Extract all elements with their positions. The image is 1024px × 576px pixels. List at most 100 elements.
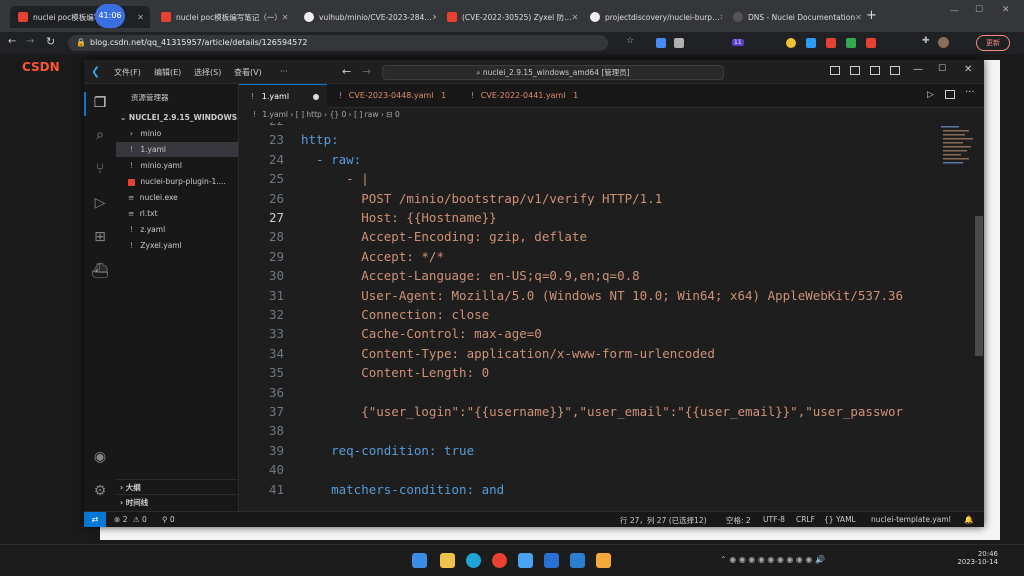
close-window-icon[interactable]: ✕ [1002, 5, 1010, 15]
breadcrumb-item[interactable]: [ ] raw [354, 110, 378, 119]
account-icon[interactable]: ◉ [91, 448, 109, 466]
browser-tab[interactable]: nuclei poc模板编写… ✕ [10, 6, 150, 28]
new-tab-button[interactable]: + [866, 8, 877, 23]
back-icon[interactable]: ← [8, 36, 16, 47]
close-icon[interactable]: ✕ [432, 13, 436, 22]
list-item[interactable]: ! 1.yaml [116, 142, 238, 157]
close-icon[interactable]: ✕ [282, 13, 289, 22]
clock[interactable]: 20:46 2023-10-14 [950, 550, 998, 566]
yaml-schema[interactable]: nuclei-template.yaml [871, 515, 951, 524]
menu-edit[interactable]: 编辑(E) [154, 67, 181, 78]
problems-indicator[interactable]: ⊗ 2 ⚠ 0 [114, 515, 147, 524]
maximize-icon[interactable]: ☐ [975, 5, 983, 15]
list-item[interactable]: ! Zyxel.yaml [116, 238, 238, 253]
extension-icon[interactable] [806, 38, 816, 48]
source-control-icon[interactable]: ⑂ [91, 160, 109, 178]
breadcrumb-item[interactable]: ⊟ 0 [386, 110, 399, 119]
browser-tab[interactable]: projectdiscovery/nuclei-burp… ✕ [582, 6, 722, 28]
extension-icon[interactable] [656, 38, 666, 48]
run-debug-icon[interactable]: ▷ [91, 194, 109, 212]
search-icon[interactable]: ⌕ [91, 126, 109, 144]
language-mode[interactable]: {} YAML [824, 515, 856, 524]
split-editor-icon[interactable] [945, 90, 955, 99]
chrome-icon[interactable] [492, 553, 507, 568]
vscode-icon[interactable] [570, 553, 585, 568]
editor-tab[interactable]: ! CVE-2022-0441.yaml 1 [463, 84, 591, 108]
timeline-section[interactable]: › 时间线 [116, 494, 238, 510]
editor-tab[interactable]: ! 1.yaml [239, 84, 327, 108]
close-icon[interactable]: ✕ [720, 13, 722, 22]
app-icon[interactable] [544, 553, 559, 568]
minimize-icon[interactable]: — [950, 6, 959, 16]
command-center[interactable]: ⌕ nuclei_2.9.15_windows_amd64 [管理员] [382, 65, 724, 80]
extension-icon[interactable] [826, 38, 836, 48]
extension-icon[interactable] [866, 38, 876, 48]
encoding[interactable]: UTF-8 [763, 515, 785, 524]
line-ending[interactable]: CRLF [796, 515, 815, 524]
file-explorer-icon[interactable] [440, 553, 455, 568]
reload-icon[interactable]: ↻ [46, 35, 55, 48]
app-icon[interactable] [596, 553, 611, 568]
browser-tab[interactable]: (CVE-2022-30525) Zyxel 防… ✕ [439, 6, 579, 28]
code-editor[interactable]: 22 23 http: 24 - raw: 25 - | 26 POST /minio/b… [239, 122, 939, 511]
url-input[interactable]: 🔒 blog.csdn.net/qq_41315957/article/deta… [68, 35, 608, 51]
more-actions-icon[interactable]: ··· [965, 87, 975, 98]
menu-more[interactable]: ··· [280, 67, 288, 76]
forward-icon[interactable]: → [26, 36, 34, 47]
gear-icon[interactable]: ⚙ [91, 482, 109, 500]
close-icon[interactable]: ✕ [572, 13, 579, 22]
profile-avatar[interactable] [938, 37, 949, 48]
breadcrumb-item[interactable]: [ ] http [296, 110, 322, 119]
editor-tab[interactable]: ! CVE-2023-0448.yaml 1 [331, 84, 459, 108]
bookmark-icon[interactable]: ☆ [626, 36, 634, 46]
yaml-file-icon: ! [130, 225, 134, 234]
docker-icon[interactable]: ⛴ [91, 262, 109, 280]
menu-view[interactable]: 查看(V) [234, 67, 262, 78]
run-icon[interactable]: ▷ [927, 90, 934, 100]
explorer-root-folder[interactable]: ⌄ NUCLEI_2.9.15_WINDOWS... [116, 110, 238, 125]
unsaved-dot-icon[interactable] [313, 94, 319, 100]
browser-tab[interactable]: vulhub/minio/CVE-2023-284… ✕ [296, 6, 436, 28]
notifications-icon[interactable]: 🔔 [964, 515, 973, 524]
breadcrumb-item[interactable]: {} 0 [330, 110, 347, 119]
start-icon[interactable] [412, 553, 427, 568]
layout-sidebar-icon[interactable] [830, 66, 840, 75]
update-button[interactable]: 更新 [976, 35, 1010, 51]
extensions-icon[interactable]: ⊞ [91, 228, 109, 246]
minimap[interactable] [939, 122, 984, 511]
menu-file[interactable]: 文件(F) [114, 67, 141, 78]
system-tray[interactable]: ⌃ ◉ ◉ ◉ ◉ ◉ ◉ ◉ ◉ ◉ 🔊 [720, 555, 825, 564]
nav-forward-icon[interactable]: → [362, 65, 371, 78]
app-icon[interactable] [518, 553, 533, 568]
browser-tab[interactable]: DNS - Nuclei Documentation ✕ [725, 6, 865, 28]
list-item[interactable]: ! z.yaml [116, 222, 238, 237]
outline-section[interactable]: › 大纲 [116, 479, 238, 495]
breadcrumb-item[interactable]: 1.yaml [262, 110, 288, 119]
maximize-icon[interactable]: ☐ [938, 64, 946, 74]
close-icon[interactable]: ✕ [855, 13, 862, 22]
layout-panel-icon[interactable] [850, 66, 860, 75]
close-icon[interactable]: ✕ [137, 13, 144, 22]
explorer-icon[interactable]: ❐ [91, 94, 109, 112]
puzzle-icon[interactable]: ✚ [922, 36, 930, 46]
customize-layout-icon[interactable] [890, 66, 900, 75]
browser-tab[interactable]: nuclei poc模板编写笔记（一） ✕ [153, 6, 293, 28]
ports-indicator[interactable]: ⚲ 0 [162, 515, 175, 524]
minimize-icon[interactable]: — [913, 64, 923, 75]
nav-back-icon[interactable]: ← [342, 65, 351, 78]
remote-indicator[interactable]: ⇄ [84, 512, 106, 527]
list-item[interactable]: ≡ rl.txt [116, 206, 238, 221]
list-item[interactable]: ≡ nuclei.exe [116, 190, 238, 205]
extension-icon[interactable] [846, 38, 856, 48]
close-icon[interactable]: ✕ [964, 64, 972, 75]
extension-icon[interactable] [674, 38, 684, 48]
cursor-position[interactable]: 行 27，列 27 (已选择12) [620, 515, 707, 526]
list-item[interactable]: › minio [116, 126, 238, 141]
layout-secondary-icon[interactable] [870, 66, 880, 75]
list-item[interactable]: nuclei-burp-plugin-1.... [116, 174, 238, 189]
edge-icon[interactable] [466, 553, 481, 568]
indentation[interactable]: 空格: 2 [726, 515, 751, 526]
menu-selection[interactable]: 选择(S) [194, 67, 221, 78]
list-item[interactable]: ! minio.yaml [116, 158, 238, 173]
extension-icon[interactable] [786, 38, 796, 48]
